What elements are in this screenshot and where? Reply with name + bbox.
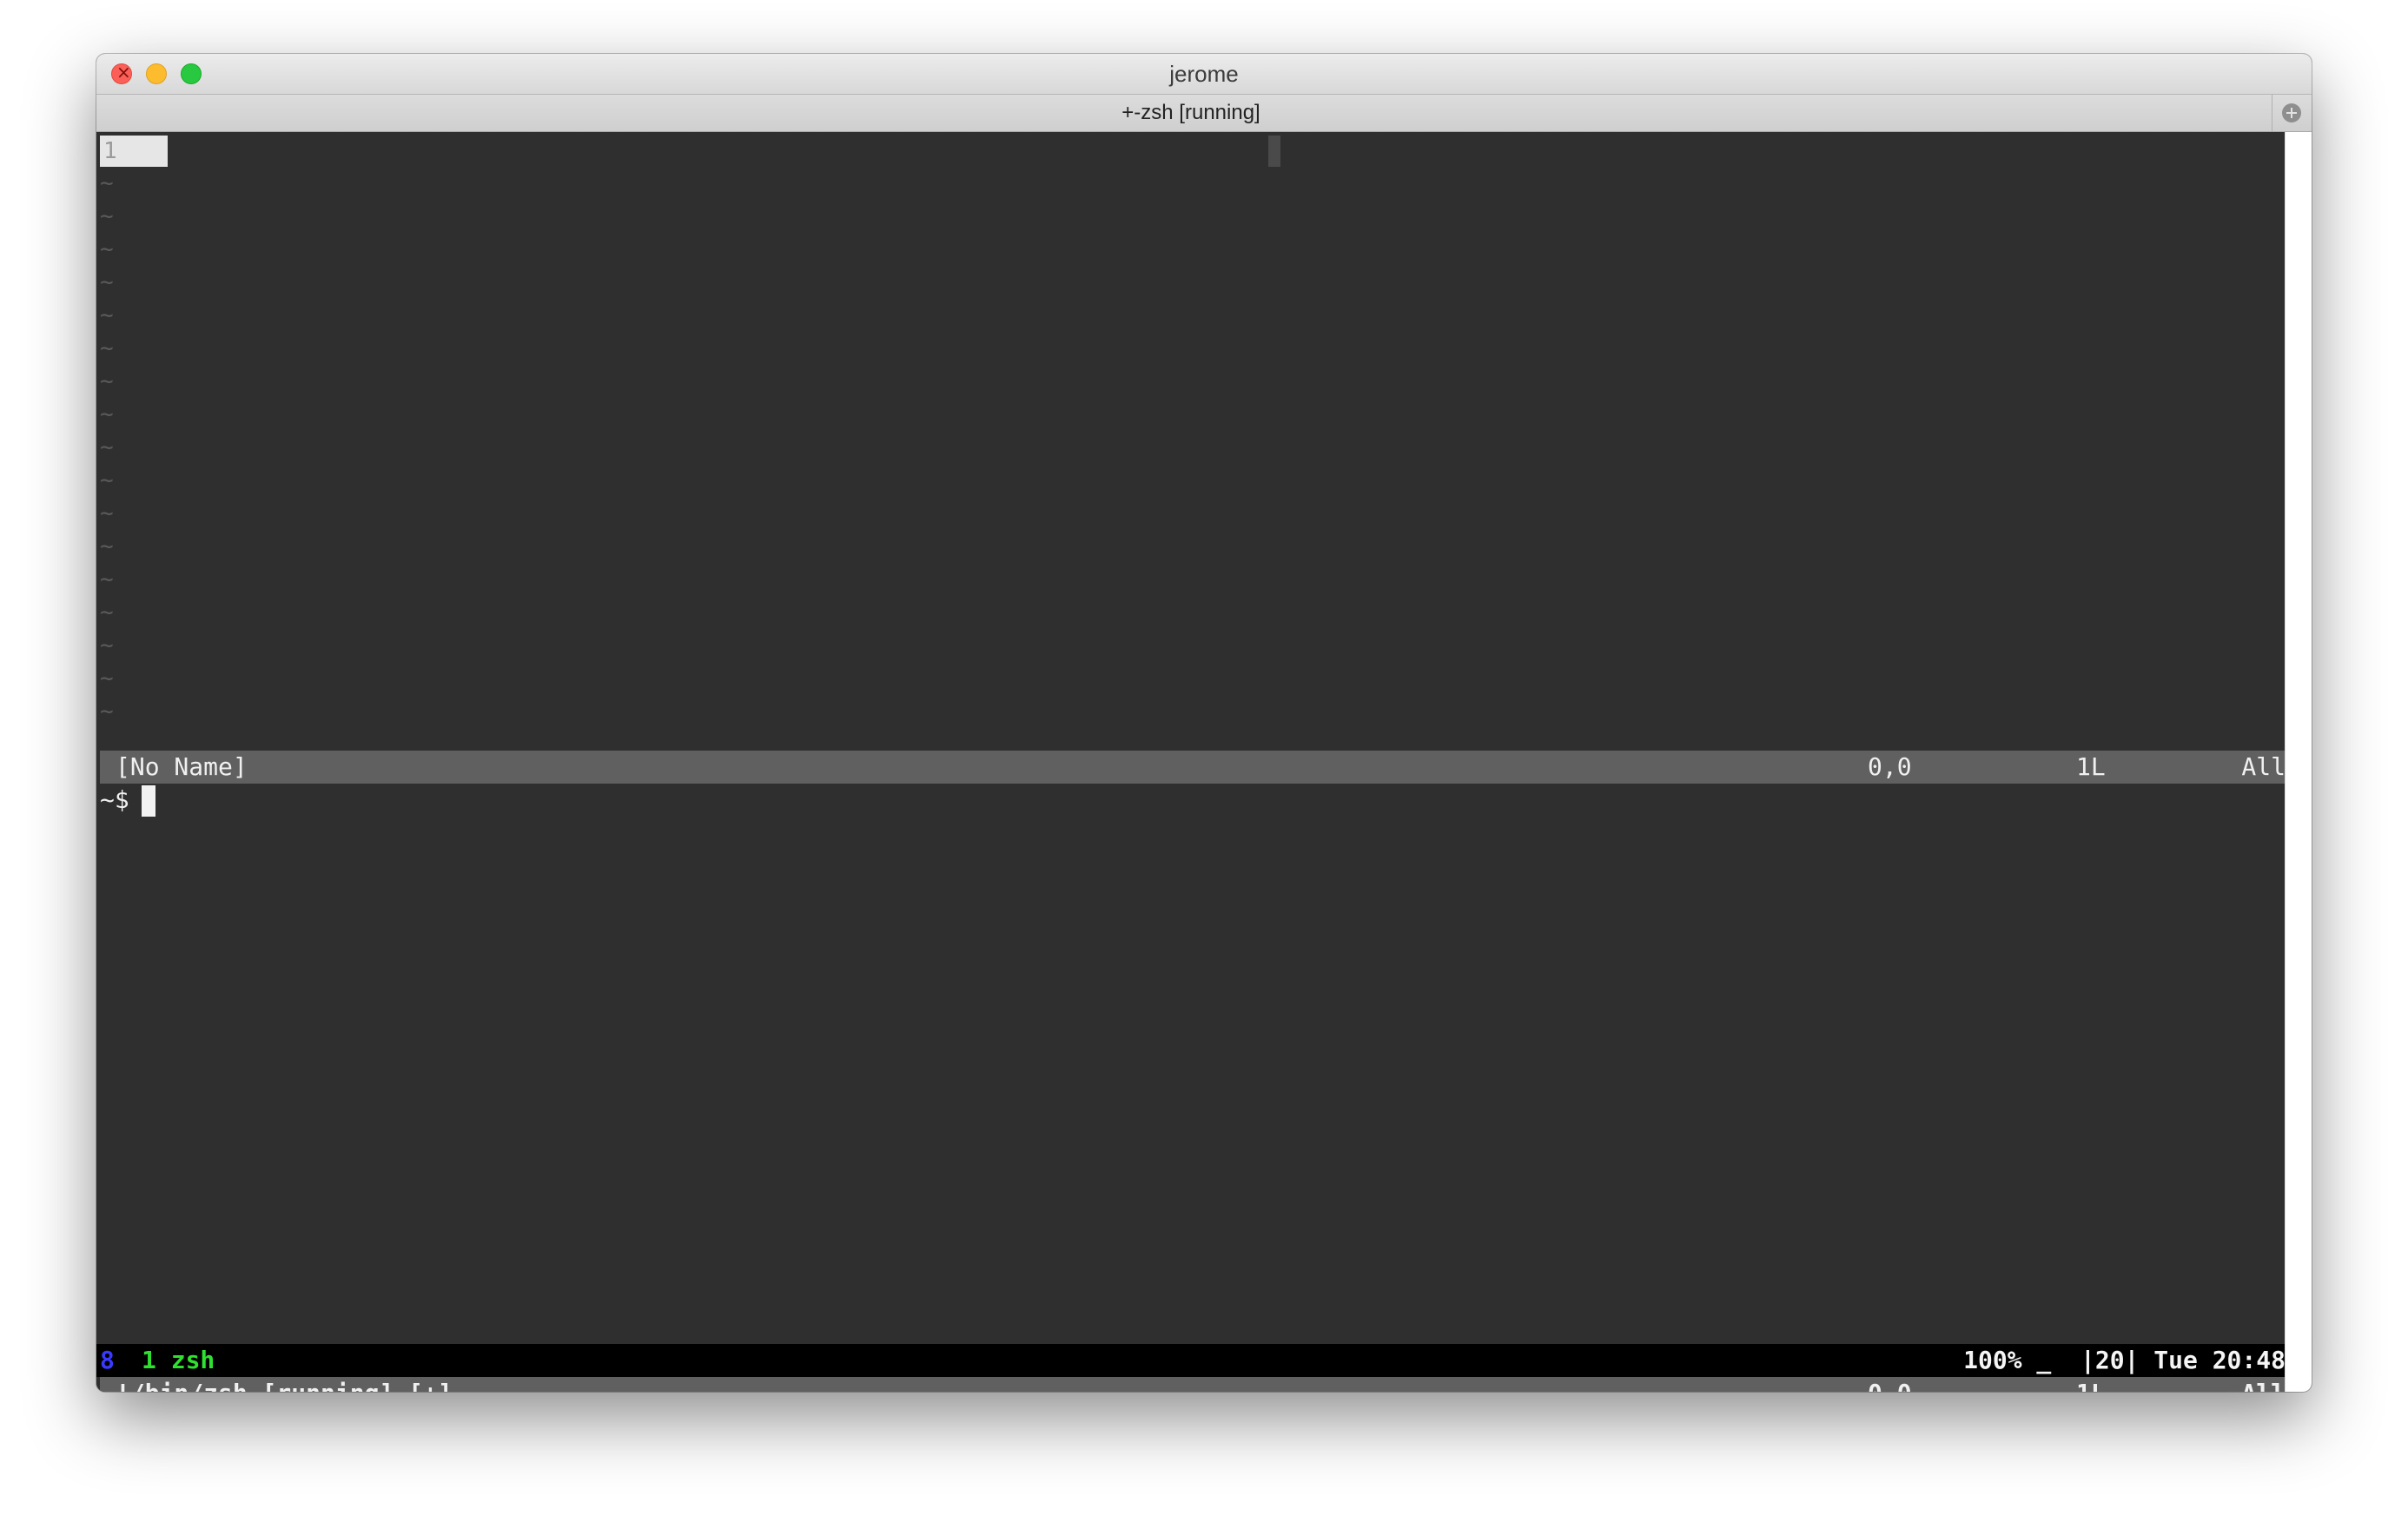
tmux-session: 8 — [100, 1346, 115, 1374]
text-cursor — [141, 785, 155, 817]
command-status-line: !/bin/zsh [running] [+] 0,0 1L All — [100, 1377, 2286, 1392]
scroll-position: All — [2241, 752, 2286, 781]
tmux-status-bar: 8 1 zsh 100% _ |20| Tue 20:48 — [96, 1344, 2286, 1377]
cursor-position: 0,0 — [1868, 752, 1912, 781]
empty-line-marker: ~ — [100, 434, 114, 460]
empty-line-marker: ~ — [100, 368, 114, 394]
empty-line-marker: ~ — [100, 335, 114, 361]
empty-line-marker: ~ — [100, 599, 114, 626]
tmux-right-status: 100% _ |20| Tue 20:48 — [1963, 1346, 2286, 1374]
command-cursor-position: 0,0 — [1868, 1377, 1912, 1392]
empty-line-marker: ~ — [100, 566, 114, 592]
new-tab-button[interactable] — [2272, 95, 2312, 131]
empty-line-marker: ~ — [100, 302, 114, 328]
title-bar[interactable]: jerome — [96, 54, 2312, 95]
empty-line-marker: ~ — [100, 632, 114, 659]
tab-bar: +-zsh [running] — [96, 95, 2312, 132]
shell-prompt: ~$ — [100, 785, 129, 814]
empty-line-marker: ~ — [100, 500, 114, 526]
empty-line-marker: ~ — [100, 170, 114, 196]
terminal-content[interactable]: 1 ~ ~ ~ ~ ~ ~ ~ ~ ~ ~ ~ ~ ~ ~ ~ ~ ~ [No … — [96, 132, 2286, 1392]
empty-line-marker: ~ — [100, 698, 114, 725]
command-line-count: 1L — [2076, 1377, 2106, 1392]
window-title: jerome — [1169, 61, 1239, 87]
editor-cursor-marker — [1268, 136, 1280, 167]
command-scroll-position: All — [2241, 1377, 2286, 1392]
empty-line-marker: ~ — [100, 236, 114, 262]
buffer-name: [No Name] — [116, 752, 248, 781]
empty-line-marker: ~ — [100, 665, 114, 692]
line-number: 1 — [100, 136, 168, 167]
empty-line-marker: ~ — [100, 467, 114, 493]
tab-zsh[interactable]: +-zsh [running] — [96, 101, 2286, 125]
command-buffer-name: !/bin/zsh [running] [+] — [116, 1377, 453, 1392]
empty-line-marker: ~ — [100, 203, 114, 229]
empty-line-marker: ~ — [100, 401, 114, 427]
line-count: 1L — [2076, 752, 2106, 781]
tmux-window[interactable]: 1 zsh — [142, 1344, 215, 1377]
scrollbar[interactable] — [2285, 132, 2312, 1392]
terminal-window: jerome +-zsh [running] 1 ~ ~ ~ ~ ~ ~ ~ ~… — [96, 54, 2312, 1392]
empty-line-marker: ~ — [100, 533, 114, 559]
shell-prompt-line[interactable]: ~$ — [100, 784, 155, 817]
editor-status-line: [No Name] 0,0 1L All — [100, 751, 2286, 784]
plus-circle-icon — [2282, 103, 2301, 122]
empty-line-marker: ~ — [100, 269, 114, 295]
